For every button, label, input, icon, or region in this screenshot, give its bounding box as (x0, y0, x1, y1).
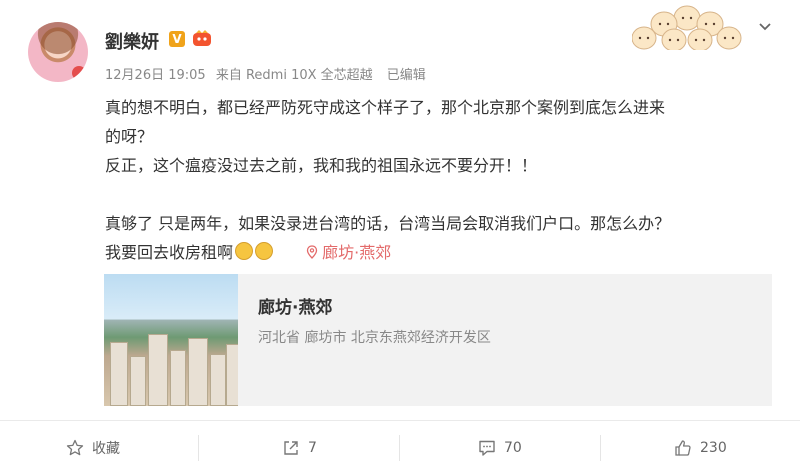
location-card[interactable]: 廊坊·燕郊 河北省 廊坊市 北京东燕郊经济开发区 (104, 274, 772, 406)
like-button[interactable]: 230 (674, 421, 727, 475)
action-bar: 收藏 7 70 230 (0, 420, 800, 475)
repost-count: 7 (308, 440, 317, 456)
divider (198, 435, 199, 461)
post-line: 真的想不明白，都已经严防死守成这个样子了，那个北京那个案例到底怎么进来 (105, 98, 666, 117)
building (130, 356, 146, 406)
building (148, 334, 168, 406)
author-name[interactable]: 劉樂妍 (105, 28, 159, 54)
favorite-label: 收藏 (92, 441, 120, 457)
like-count: 230 (700, 440, 727, 456)
chevron-down-icon[interactable] (758, 20, 772, 34)
building (210, 354, 226, 406)
weibo-post-card: 劉樂妍 V 12月26日 19:05 来自 Redmi 10X 全芯超越 已编辑 (0, 0, 800, 474)
thumb-up-icon (675, 440, 691, 456)
comment-icon (479, 440, 495, 456)
building (170, 350, 186, 406)
star-icon (66, 439, 84, 456)
divider (600, 435, 601, 461)
laugh-cry-emoji-icon (235, 242, 254, 260)
post-body: 真的想不明白，都已经严防死守成这个样子了，那个北京那个案例到底怎么进来 的呀？ … (105, 93, 775, 267)
post-line: 的呀？ (105, 127, 154, 146)
post-meta: 12月26日 19:05 来自 Redmi 10X 全芯超越 已编辑 (105, 64, 426, 83)
location-link[interactable]: 廊坊·燕郊 (306, 243, 391, 262)
location-pin-icon (306, 245, 318, 259)
vip-badge-icon (193, 30, 211, 46)
building (226, 344, 238, 406)
edited-label[interactable]: 已编辑 (387, 68, 426, 83)
divider (399, 435, 400, 461)
building (110, 342, 128, 406)
post-source: 来自 Redmi 10X 全芯超越 (215, 68, 373, 83)
laugh-cry-emoji-icon (255, 242, 274, 260)
location-card-address: 河北省 廊坊市 北京东燕郊经济开发区 (258, 330, 491, 346)
mascot-decoration-icon (632, 5, 742, 50)
avatar-badge (72, 66, 86, 80)
location-thumbnail (104, 274, 238, 406)
comment-button[interactable]: 70 (478, 421, 522, 475)
post-line-text: 我要回去收房租啊 (105, 243, 234, 262)
comment-count: 70 (504, 440, 522, 456)
building (188, 338, 208, 406)
location-card-title: 廊坊·燕郊 (258, 298, 333, 318)
post-time[interactable]: 12月26日 19:05 (105, 68, 206, 83)
post-line: 真够了 只是两年，如果没录进台湾的话，台湾当局会取消我们户口。那怎么办？ (105, 214, 671, 233)
verified-v-icon: V (169, 31, 185, 47)
post-line: 反正，这个瘟疫没过去之前，我和我的祖国永远不要分开！！ (105, 156, 538, 175)
location-text: 廊坊·燕郊 (322, 243, 392, 262)
post-line-last: 我要回去收房租啊 廊坊·燕郊 (105, 238, 775, 267)
favorite-button[interactable]: 收藏 (66, 421, 120, 475)
repost-icon (284, 441, 298, 455)
repost-button[interactable]: 7 (282, 421, 317, 475)
avatar[interactable] (28, 22, 88, 82)
